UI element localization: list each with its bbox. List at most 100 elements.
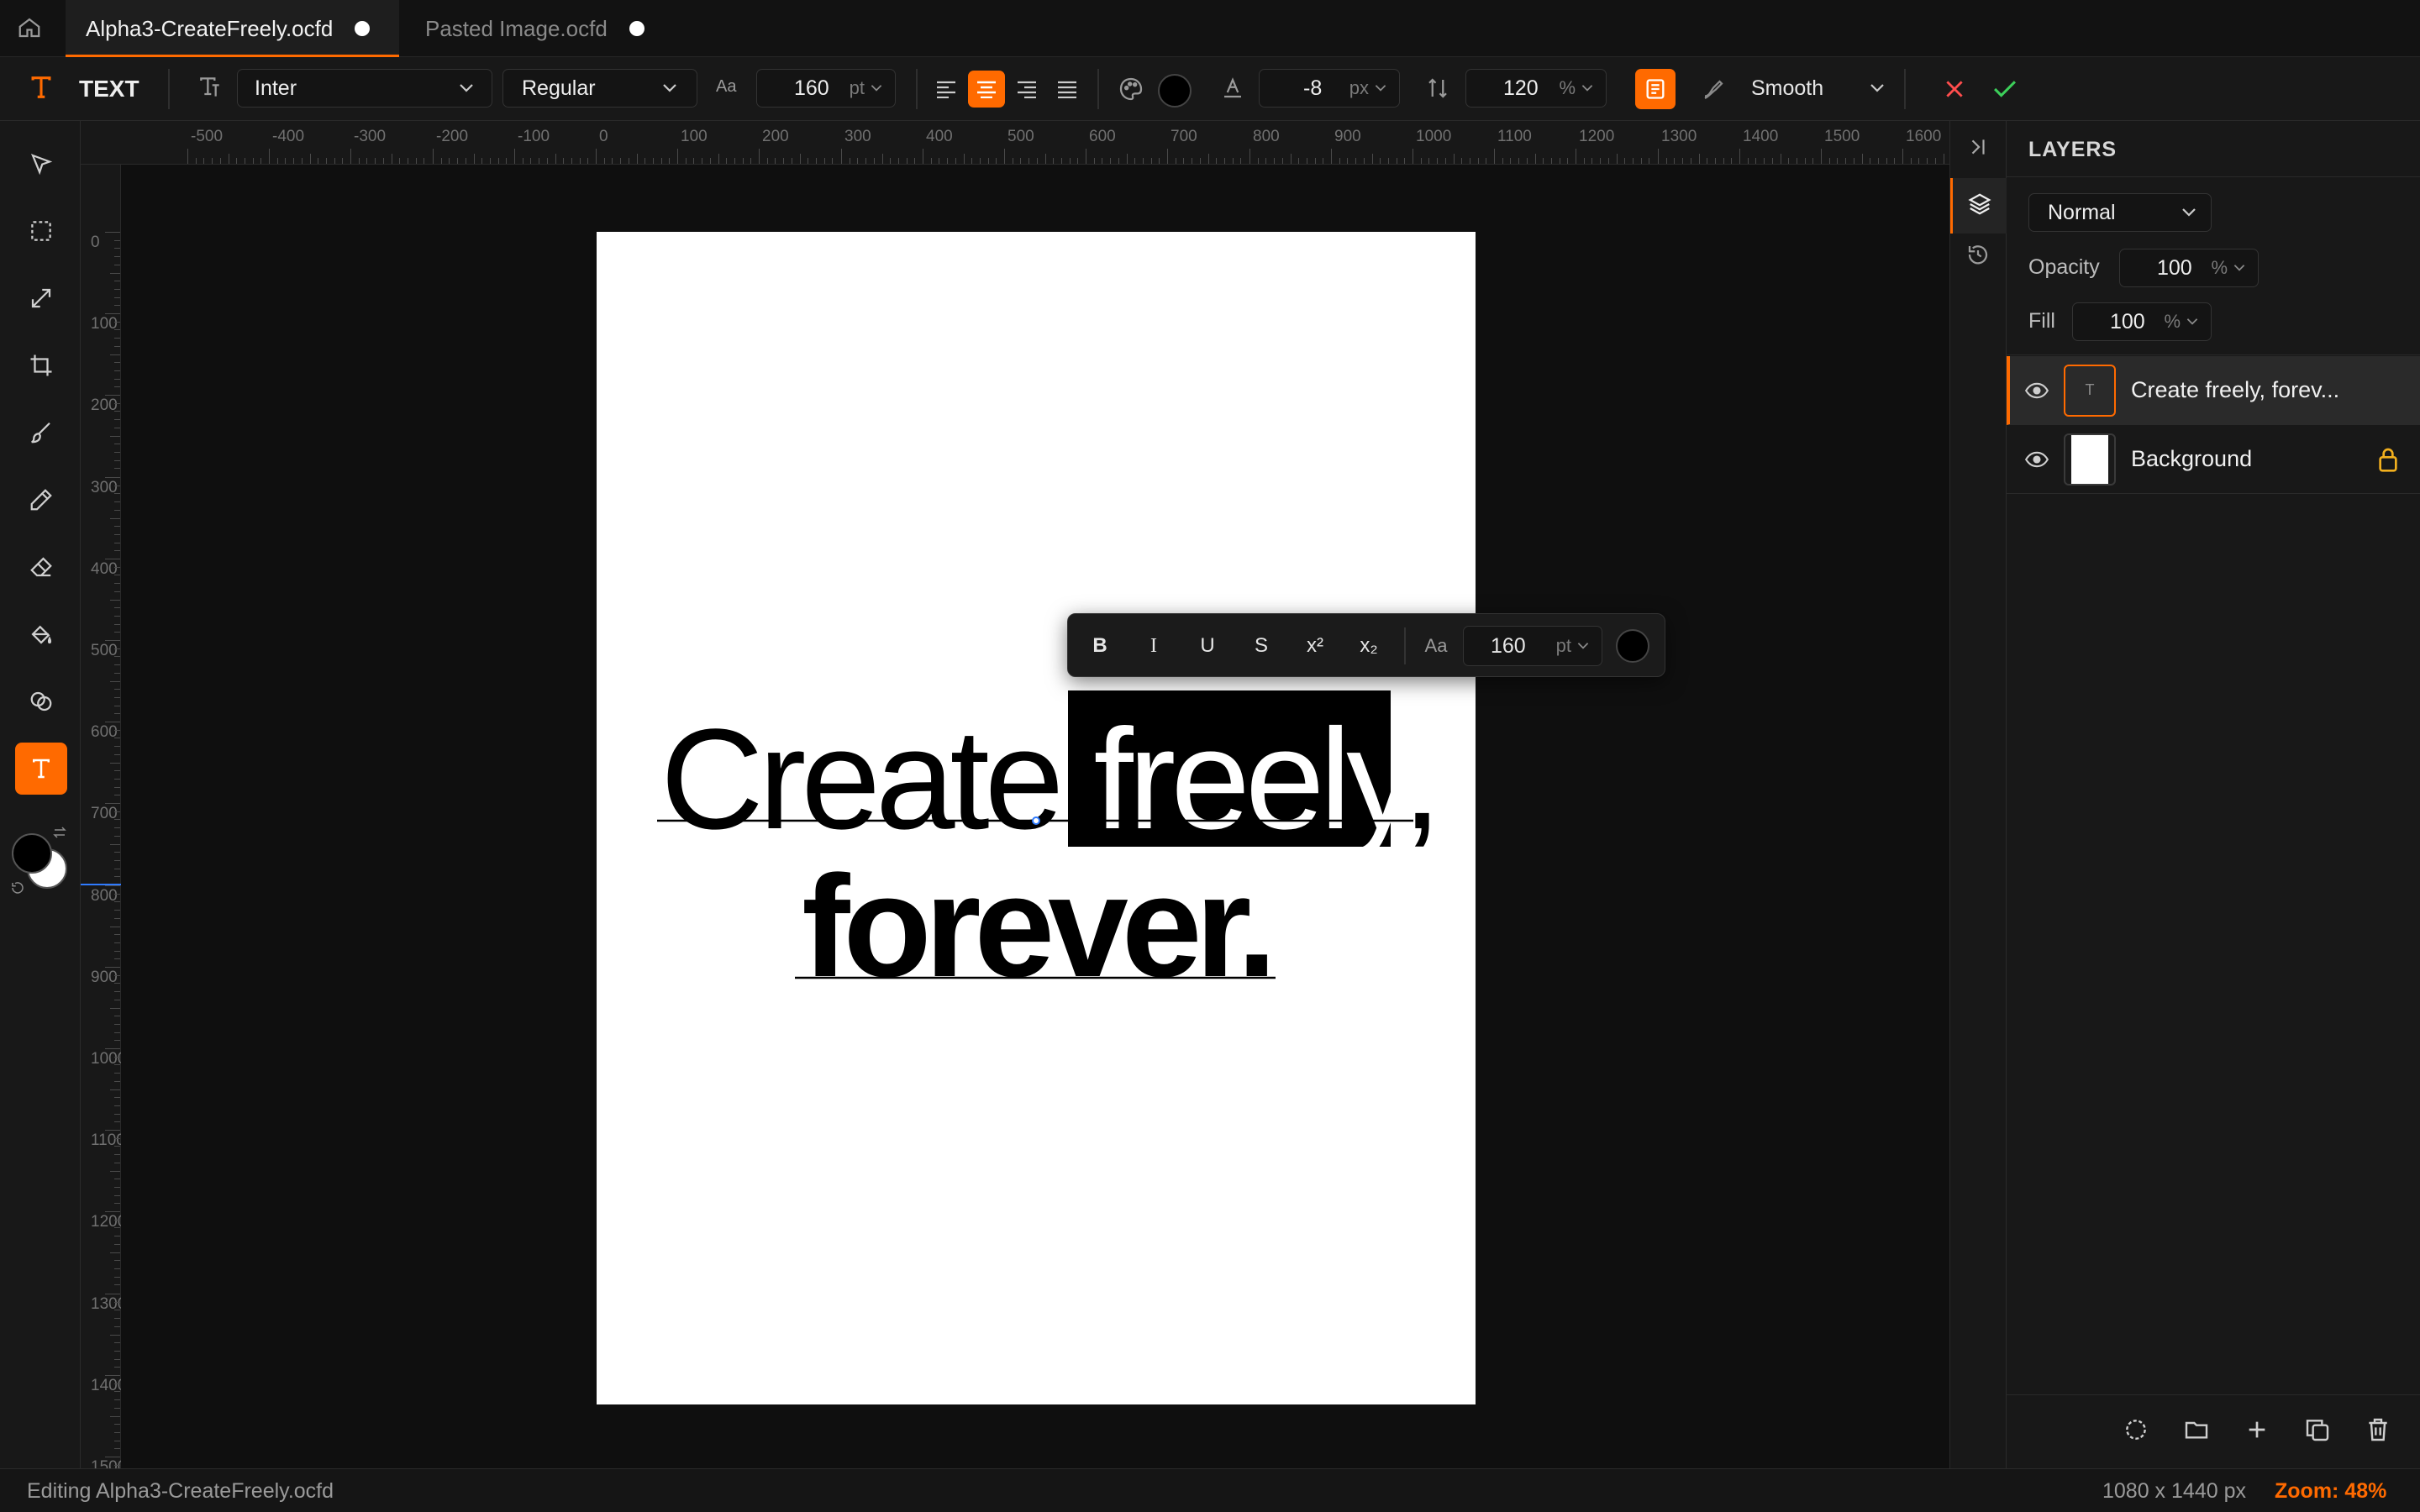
add-layer-button[interactable] [2244,1416,2270,1443]
marquee-tool[interactable] [15,205,67,257]
chevron-down-icon [2186,318,2198,325]
canvas-area[interactable]: Create freely, forever. [121,165,1949,1468]
ruler-minor-tick [114,852,120,853]
floating-size-field[interactable]: 160 pt [1463,626,1602,666]
ruler-minor-tick [1600,158,1601,164]
ruler-label: 700 [1171,128,1197,145]
ruler-minor-tick [1845,158,1846,164]
italic-button[interactable]: I [1134,626,1174,666]
ruler-label: 1500 [1824,128,1860,145]
new-group-button[interactable] [2183,1416,2210,1443]
ruler-minor-tick [114,713,120,714]
ruler-minor-tick [114,827,120,828]
reset-colors-icon[interactable] [10,880,25,895]
swap-colors-icon[interactable] [52,825,67,840]
antialias-select[interactable]: Smooth [1751,69,1886,108]
text-tool[interactable] [15,743,67,795]
case-button[interactable]: Aa [1416,626,1456,666]
lock-icon[interactable] [2376,446,2400,473]
font-family-select[interactable]: Inter [237,69,492,108]
ruler-minor-tick [882,154,883,164]
text-layer[interactable]: Create freely, forever. [597,232,1476,1404]
ruler-minor-tick [1437,158,1438,164]
visibility-toggle[interactable] [2025,450,2049,469]
text-box-mode-button[interactable] [1635,69,1676,109]
strikethrough-button[interactable]: S [1241,626,1281,666]
foreground-color[interactable] [12,833,52,874]
ruler-minor-tick [587,158,588,164]
align-center-button[interactable] [968,71,1005,108]
divider [1097,69,1099,109]
layer-thumbnail: T [2064,364,2116,417]
pencil-tool[interactable] [15,474,67,526]
divider [168,69,170,109]
opacity-field[interactable]: 100 % [2119,249,2259,287]
visibility-toggle[interactable] [2025,381,2049,400]
shape-tool[interactable] [15,675,67,727]
ruler-minor-tick [767,158,768,164]
ruler-minor-tick [114,403,120,404]
ruler-label: 400 [91,560,118,578]
text-color-swatch[interactable] [1158,74,1192,108]
brush-tool[interactable] [15,407,67,459]
ruler-minor-tick [637,154,638,164]
align-justify-button[interactable] [1049,71,1086,108]
ruler-minor-tick [114,918,120,919]
ruler-minor-tick [114,624,120,625]
home-button[interactable] [17,15,49,44]
cancel-button[interactable] [1936,71,1973,108]
collapse-panel-button[interactable] [1967,136,1989,158]
delete-layer-button[interactable] [2365,1416,2391,1443]
ruler-tick [105,1375,120,1376]
align-left-button[interactable] [928,71,965,108]
tracking-field[interactable]: -8 px [1259,69,1400,108]
ruler-minor-tick [260,158,261,164]
superscript-button[interactable]: x² [1295,626,1335,666]
ruler-minor-tick [718,154,719,164]
floating-color-swatch[interactable] [1616,629,1649,663]
ruler-label: 500 [91,642,118,659]
layer-row-text[interactable]: T Create freely, forev... [2007,356,2420,425]
ruler-minor-tick [114,583,120,584]
tab-pasted-image[interactable]: Pasted Image.ocfd [425,0,644,57]
blend-mode-select[interactable]: Normal [2028,193,2212,232]
text-origin-handle[interactable] [1032,816,1040,825]
underline-button[interactable]: U [1187,626,1228,666]
adjustment-layer-button[interactable] [2123,1416,2149,1443]
line-height-field[interactable]: 120 % [1465,69,1607,108]
align-right-button[interactable] [1008,71,1045,108]
ruler-minor-tick [1633,158,1634,164]
fill-field[interactable]: 100 % [2072,302,2212,341]
subscript-button[interactable]: x₂ [1349,626,1389,666]
align-right-icon [1018,81,1036,98]
ruler-minor-tick [1372,154,1373,164]
font-size-value: 160 [794,76,829,100]
document-artboard[interactable]: Create freely, forever. [597,232,1476,1404]
ruler-label: 300 [91,479,118,496]
eraser-tool[interactable] [15,541,67,593]
move-tool[interactable] [15,138,67,190]
zoom-level[interactable]: Zoom: 48% [2275,1479,2386,1504]
tab-alpha3[interactable]: Alpha3-CreateFreely.ocfd [86,0,371,57]
layer-row-background[interactable]: Background [2007,425,2420,494]
ruler-minor-tick [114,607,120,608]
commit-button[interactable] [1986,71,2023,108]
history-tab[interactable] [1965,242,1991,267]
fill-tool[interactable] [15,608,67,660]
opacity-unit: % [2211,257,2228,278]
palette-icon [1118,76,1144,102]
bold-button[interactable]: B [1080,626,1120,666]
layers-tab[interactable] [1950,178,2007,234]
ruler-minor-tick [310,154,311,164]
font-weight-select[interactable]: Regular [502,69,697,108]
ruler-minor-tick [416,158,417,164]
layers-icon [1968,193,1991,215]
ruler-minor-tick [1053,158,1054,164]
duplicate-layer-button[interactable] [2304,1416,2331,1443]
transform-tool[interactable] [15,272,67,324]
ruler-minor-tick [914,158,915,164]
ruler-minor-tick [481,158,482,164]
crop-tool[interactable] [15,339,67,391]
ruler-minor-tick [114,1318,120,1319]
font-size-field[interactable]: 160 pt [756,69,896,108]
